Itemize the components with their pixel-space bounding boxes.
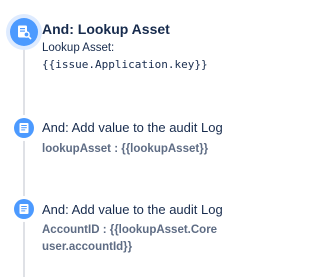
step-value: {{issue.Application.key}} [42,58,208,71]
step-audit-log-1[interactable]: And: Add value to the audit Log lookupAs… [0,110,297,160]
step-label: Lookup Asset: [42,42,115,54]
step-detail: lookupAsset : {{lookupAsset}} [42,143,209,155]
step-lookup-asset[interactable]: And: Lookup Asset Lookup Asset: {{issue.… [0,0,297,80]
step-title: And: Add value to the audit Log [42,202,223,217]
step-audit-log-2[interactable]: And: Add value to the audit Log AccountI… [0,191,297,261]
step-title: And: Add value to the audit Log [42,120,223,135]
step-detail-line-2: user.accountId}} [42,241,133,253]
document-icon [14,118,34,138]
search-document-icon [10,18,38,46]
step-detail-line-1: AccountID : {{lookupAsset.Core [42,224,218,236]
document-icon [14,199,34,219]
step-title: And: Lookup Asset [42,21,170,37]
